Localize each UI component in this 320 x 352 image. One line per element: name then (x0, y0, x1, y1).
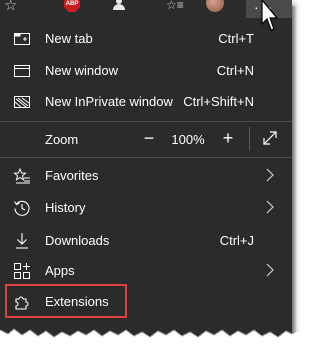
menu-item-favorites[interactable]: Favorites (0, 160, 292, 191)
user-icon[interactable] (112, 0, 126, 10)
chevron-right-icon (266, 168, 274, 182)
apps-icon (14, 263, 30, 279)
chevron-right-icon (266, 263, 274, 277)
menu-item-downloads[interactable]: Downloads Ctrl+J (0, 225, 292, 256)
adblock-plus-icon[interactable]: ABP (64, 0, 80, 12)
menu-item-label: New InPrivate window (45, 94, 173, 109)
menu-item-shortcut: Ctrl+J (219, 233, 254, 248)
chevron-right-icon (266, 200, 274, 214)
menu-shadow (292, 6, 297, 340)
menu-item-shortcut: Ctrl+N (216, 63, 254, 78)
star-list-icon (13, 167, 30, 184)
favorites-bar-icon[interactable]: ☆≡ (166, 0, 184, 12)
zoom-in-button[interactable]: + (215, 125, 241, 151)
fullscreen-icon[interactable] (262, 130, 278, 146)
menu-item-history[interactable]: History (0, 192, 292, 223)
menu-item-label: Favorites (45, 168, 99, 183)
menu-item-label: History (45, 200, 86, 215)
menu-item-label: Downloads (45, 233, 110, 248)
download-icon (16, 233, 28, 249)
menu-separator (0, 121, 292, 122)
favorite-star-icon[interactable]: ☆ (4, 0, 17, 13)
menu-item-label: New window (45, 63, 118, 78)
menu-separator (0, 157, 292, 158)
menu-item-new-inprivate-window[interactable]: New InPrivate window Ctrl+Shift+N (0, 86, 292, 117)
zoom-divider (249, 127, 250, 151)
menu-item-new-window[interactable]: New window Ctrl+N (0, 55, 292, 86)
menu-item-shortcut: Ctrl+T (218, 31, 254, 46)
new-tab-icon (14, 33, 30, 45)
extensions-highlight-box (5, 284, 127, 318)
menu-item-apps[interactable]: Apps (0, 255, 292, 286)
zoom-label: Zoom (45, 132, 79, 147)
history-icon (14, 200, 30, 216)
menu-item-shortcut: Ctrl+Shift+N (183, 94, 254, 109)
profile-avatar[interactable] (206, 0, 224, 12)
zoom-row: Zoom − 100% + (0, 123, 292, 155)
zoom-out-button[interactable]: − (136, 125, 162, 151)
zoom-level: 100% (171, 132, 205, 147)
menu-item-new-tab[interactable]: New tab Ctrl+T (0, 23, 292, 54)
browser-toolbar: ☆ ABP ☆≡ ··· (0, 0, 292, 31)
menu-item-label: Apps (45, 263, 75, 278)
menu-item-label: New tab (45, 31, 93, 46)
torn-edge (0, 328, 308, 352)
new-window-icon (14, 65, 30, 77)
inprivate-icon (14, 96, 30, 108)
